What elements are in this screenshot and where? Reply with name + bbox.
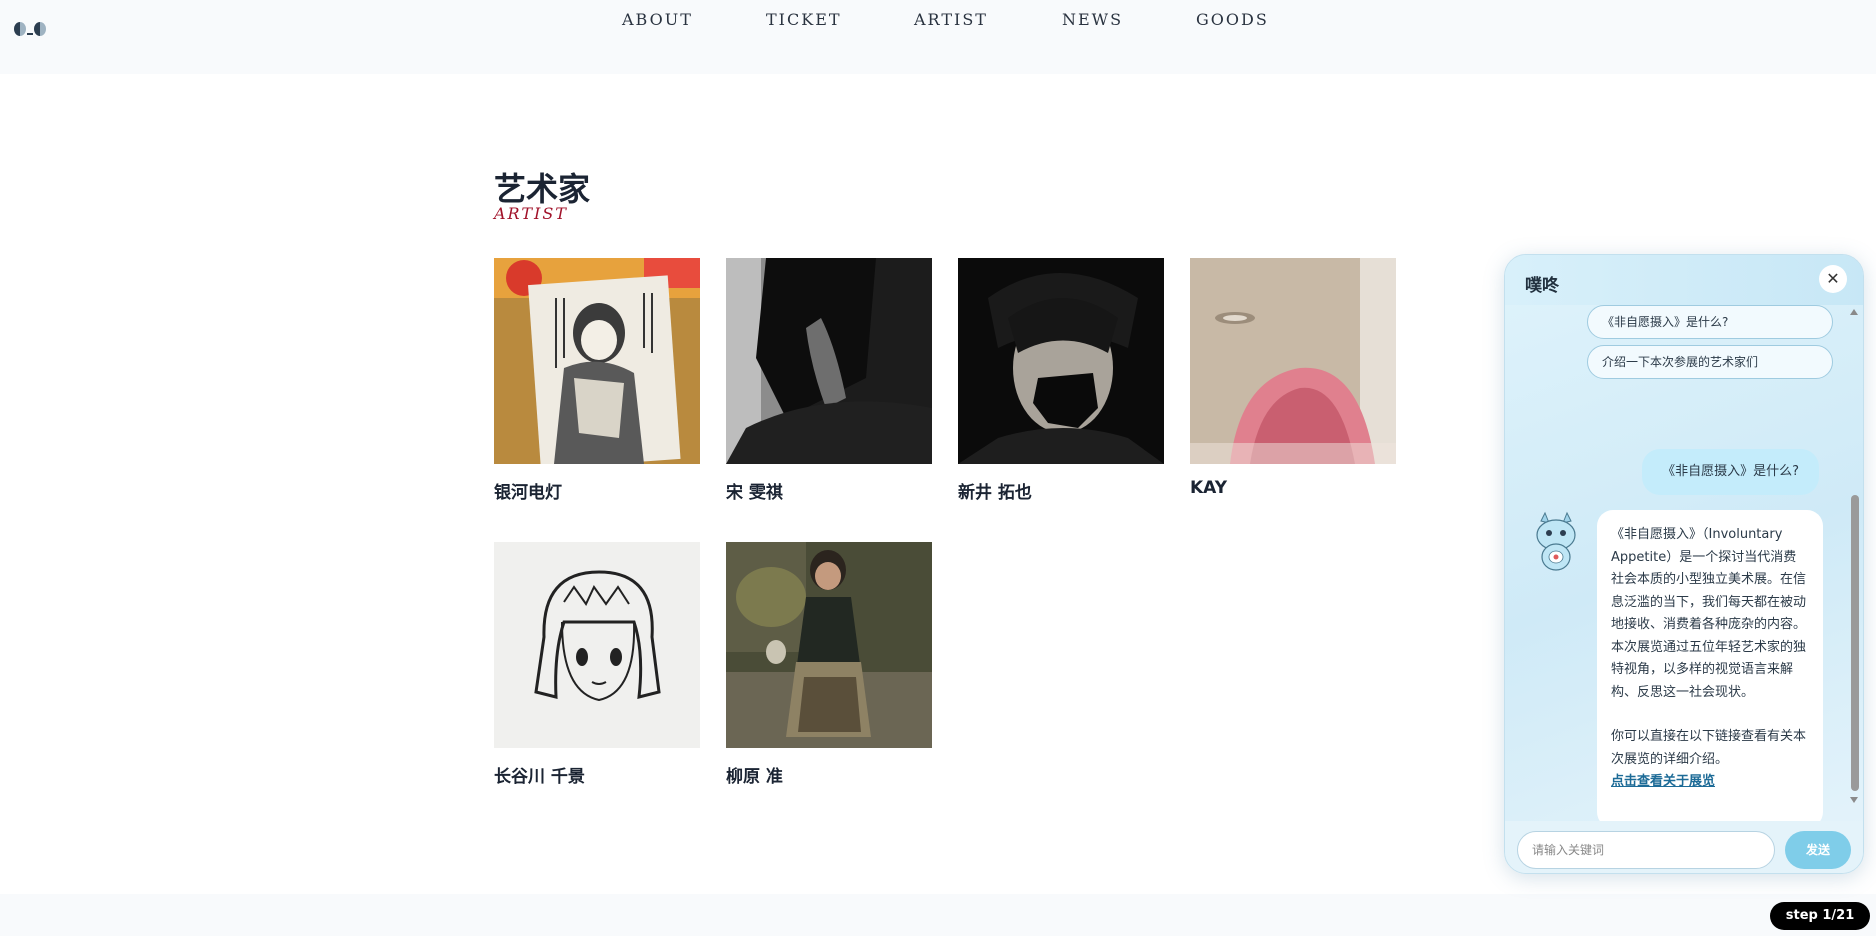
artist-name[interactable]: 柳原 准 bbox=[726, 762, 932, 787]
artist-name[interactable]: 银河电灯 bbox=[494, 478, 700, 503]
section-subtitle: ARTIST bbox=[494, 204, 568, 223]
artist-photo[interactable] bbox=[494, 258, 700, 464]
nav-goods[interactable]: GOODS bbox=[1196, 10, 1269, 29]
artist-card[interactable]: 宋 雯祺 bbox=[726, 258, 932, 503]
step-badge: step 1/21 bbox=[1770, 902, 1870, 930]
artist-card[interactable]: KAY bbox=[1190, 258, 1396, 498]
footer-strip bbox=[0, 894, 1876, 936]
artist-name[interactable]: 长谷川 千景 bbox=[494, 762, 700, 787]
logo-mouth bbox=[27, 33, 33, 35]
bot-message-text: 《非自愿摄入》（Involuntary Appetite）是一个探讨当代消费社会… bbox=[1611, 527, 1807, 700]
suggestion-chip[interactable]: 《非自愿摄入》是什么? bbox=[1587, 305, 1833, 339]
chat-messages[interactable]: 《非自愿摄入》是什么? 介绍一下本次参展的艺术家们 《非自愿摄入》是什么? 《非… bbox=[1505, 305, 1849, 855]
chat-header: 噗咚 ✕ bbox=[1505, 255, 1863, 305]
nav-about[interactable]: ABOUT bbox=[622, 10, 693, 29]
artist-name[interactable]: 新井 拓也 bbox=[958, 478, 1164, 503]
nav-ticket[interactable]: TICKET bbox=[766, 10, 842, 29]
logo-left-eye bbox=[14, 22, 26, 36]
chat-input[interactable]: 请输入关键词 bbox=[1517, 831, 1775, 869]
artist-photo[interactable] bbox=[1190, 258, 1396, 464]
chat-widget: 噗咚 ✕ 《非自愿摄入》是什么? 介绍一下本次参展的艺术家们 《非自愿摄入》是什… bbox=[1504, 254, 1864, 874]
artist-name[interactable]: KAY bbox=[1190, 478, 1396, 498]
scroll-up-icon[interactable] bbox=[1850, 309, 1858, 315]
site-header: ABOUT TICKET ARTIST NEWS GOODS bbox=[0, 0, 1876, 74]
send-button[interactable]: 发送 bbox=[1785, 831, 1851, 869]
close-icon[interactable]: ✕ bbox=[1819, 265, 1847, 293]
chat-input-row: 请输入关键词 发送 bbox=[1505, 821, 1863, 873]
about-exhibition-link[interactable]: 点击查看关于展览 bbox=[1611, 774, 1715, 789]
bot-message-text-2: 你可以直接在以下链接查看有关本次展览的详细介绍。 bbox=[1611, 729, 1807, 767]
artist-photo[interactable] bbox=[494, 542, 700, 748]
user-message: 《非自愿摄入》是什么? bbox=[1642, 449, 1819, 495]
artist-name[interactable]: 宋 雯祺 bbox=[726, 478, 932, 503]
nav-artist[interactable]: ARTIST bbox=[914, 10, 988, 29]
artist-photo[interactable] bbox=[726, 542, 932, 748]
artist-card[interactable]: 银河电灯 bbox=[494, 258, 700, 503]
artist-card[interactable]: 长谷川 千景 bbox=[494, 542, 700, 787]
artist-card[interactable]: 新井 拓也 bbox=[958, 258, 1164, 503]
scroll-down-icon[interactable] bbox=[1850, 797, 1858, 803]
artist-photo[interactable] bbox=[958, 258, 1164, 464]
site-logo[interactable] bbox=[14, 20, 50, 40]
bot-message: 《非自愿摄入》（Involuntary Appetite）是一个探讨当代消费社会… bbox=[1597, 510, 1823, 828]
artist-photo[interactable] bbox=[726, 258, 932, 464]
logo-right-eye bbox=[34, 22, 46, 36]
mascot-avatar bbox=[1533, 511, 1579, 573]
artist-card[interactable]: 柳原 准 bbox=[726, 542, 932, 787]
scroll-thumb[interactable] bbox=[1851, 495, 1859, 791]
chat-title: 噗咚 bbox=[1525, 276, 1559, 296]
suggestion-chip[interactable]: 介绍一下本次参展的艺术家们 bbox=[1587, 345, 1833, 379]
nav-news[interactable]: NEWS bbox=[1062, 10, 1123, 29]
